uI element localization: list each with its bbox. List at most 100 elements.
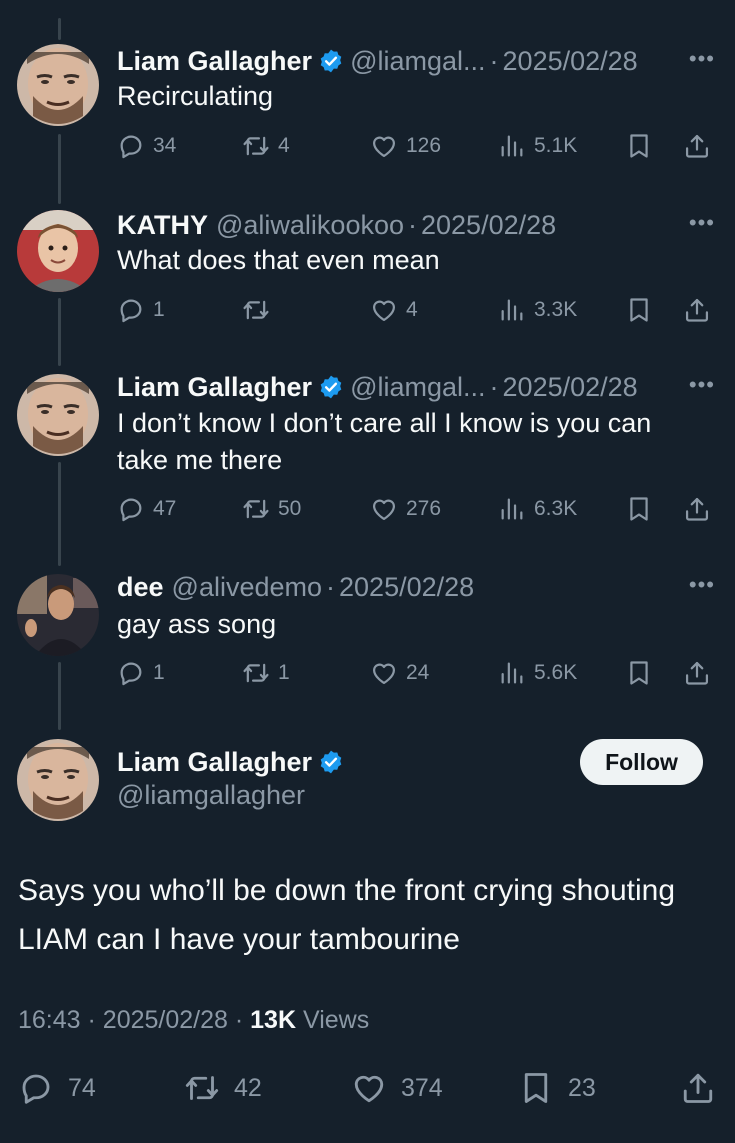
avatar[interactable] <box>17 44 99 126</box>
repost-icon <box>184 1070 220 1106</box>
bookmark-button[interactable] <box>625 129 653 163</box>
reply-button[interactable]: 1 <box>117 293 165 327</box>
author-name[interactable]: dee <box>117 572 164 603</box>
like-icon <box>370 495 398 523</box>
views-count: 5.6K <box>534 661 578 684</box>
author-handle[interactable]: @liamgal... <box>350 46 485 77</box>
like-button[interactable]: 4 <box>370 293 418 327</box>
tweet-text: What does that even mean <box>117 245 440 275</box>
reply-count: 34 <box>153 134 177 157</box>
main-tweet-text: Says you who’ll be down the front crying… <box>18 874 676 956</box>
main-author-avatar[interactable] <box>17 739 99 821</box>
reply-button[interactable]: 47 <box>117 492 176 526</box>
avatar[interactable] <box>17 574 99 656</box>
repost-count: 4 <box>278 134 290 157</box>
reply-button[interactable]: 1 <box>117 656 165 690</box>
like-button[interactable]: 374 <box>351 1068 443 1108</box>
like-count: 374 <box>401 1073 443 1102</box>
author-name[interactable]: Liam Gallagher <box>117 46 312 77</box>
views-icon <box>498 659 526 687</box>
share-button[interactable] <box>683 656 711 690</box>
tweet-date[interactable]: 2025/02/28 <box>503 372 638 403</box>
reply-tweet[interactable]: Liam Gallagher @liamgal... · 2025/02/28 … <box>0 370 735 530</box>
tweet-date[interactable]: 2025/02/28 <box>421 210 556 241</box>
reply-button[interactable]: 34 <box>117 129 176 163</box>
like-button[interactable]: 24 <box>370 656 429 690</box>
like-icon <box>370 659 398 687</box>
author-handle[interactable]: @aliwalikookoo <box>216 210 404 241</box>
like-button[interactable]: 126 <box>370 129 441 163</box>
verified-badge-icon <box>318 749 344 775</box>
tweet-date[interactable]: 2025/02/28 <box>339 572 474 603</box>
tweet-date[interactable]: 2025/02/28 <box>103 1006 228 1034</box>
reply-tweet[interactable]: dee @alivedemo · 2025/02/28 ••• gay ass … <box>0 570 735 700</box>
views-icon <box>498 296 526 324</box>
reply-count: 1 <box>153 298 165 321</box>
reply-icon <box>117 659 145 687</box>
separator-dot: · <box>234 1006 244 1034</box>
views-count: 3.3K <box>534 298 578 321</box>
like-count: 4 <box>406 298 418 321</box>
bookmark-button[interactable] <box>625 492 653 526</box>
avatar[interactable] <box>17 210 99 292</box>
bookmark-icon <box>625 495 653 523</box>
like-count: 126 <box>406 134 442 157</box>
like-icon <box>351 1070 387 1106</box>
views-button[interactable]: 3.3K <box>498 293 577 327</box>
views-count: 5.1K <box>534 134 578 157</box>
reply-tweet[interactable]: KATHY @aliwalikookoo · 2025/02/28 ••• Wh… <box>0 208 735 338</box>
more-options-icon[interactable]: ••• <box>689 572 715 598</box>
verified-badge-icon <box>318 48 344 74</box>
main-author-name[interactable]: Liam Gallagher <box>117 747 312 778</box>
repost-icon <box>242 296 270 324</box>
like-icon <box>370 296 398 324</box>
reply-count: 47 <box>153 497 177 520</box>
repost-button[interactable]: 42 <box>184 1068 262 1108</box>
share-button[interactable] <box>680 1068 716 1108</box>
repost-button[interactable] <box>242 293 278 327</box>
tweet-time[interactable]: 16:43 <box>18 1006 81 1034</box>
views-count: 6.3K <box>534 497 578 520</box>
repost-button[interactable]: 50 <box>242 492 301 526</box>
share-icon <box>680 1070 716 1106</box>
author-name[interactable]: Liam Gallagher <box>117 372 312 403</box>
repost-count: 50 <box>278 497 302 520</box>
views-button[interactable]: 6.3K <box>498 492 577 526</box>
views-button[interactable]: 5.1K <box>498 129 577 163</box>
views-icon <box>498 495 526 523</box>
author-handle[interactable]: @alivedemo <box>172 572 322 603</box>
reply-icon <box>117 132 145 160</box>
repost-button[interactable]: 1 <box>242 656 290 690</box>
bookmark-icon <box>625 132 653 160</box>
repost-count: 1 <box>278 661 290 684</box>
follow-button[interactable]: Follow <box>580 739 703 785</box>
bookmark-button[interactable]: 23 <box>518 1068 596 1108</box>
tweet-date[interactable]: 2025/02/28 <box>503 46 638 77</box>
author-name[interactable]: KATHY <box>117 210 208 241</box>
tweet-text: I don’t know I don’t care all I know is … <box>117 408 652 475</box>
like-button[interactable]: 276 <box>370 492 441 526</box>
share-icon <box>683 659 711 687</box>
separator-dot: · <box>87 1006 96 1034</box>
share-button[interactable] <box>683 129 711 163</box>
share-button[interactable] <box>683 293 711 327</box>
reply-tweet[interactable]: Liam Gallagher @liamgal... · 2025/02/28 … <box>0 44 735 174</box>
tweet-text: gay ass song <box>117 609 277 639</box>
avatar[interactable] <box>17 374 99 456</box>
main-author-handle[interactable]: @liamgallagher <box>117 780 305 811</box>
main-tweet-actions: 74 42 374 23 <box>18 1068 718 1108</box>
reply-button[interactable]: 74 <box>18 1068 96 1108</box>
more-options-icon[interactable]: ••• <box>689 46 715 72</box>
views-button[interactable]: 5.6K <box>498 656 577 690</box>
bookmark-button[interactable] <box>625 656 653 690</box>
more-options-icon[interactable]: ••• <box>689 210 715 236</box>
more-options-icon[interactable]: ••• <box>689 372 715 398</box>
bookmark-button[interactable] <box>625 293 653 327</box>
separator-dot: · <box>489 371 499 402</box>
share-button[interactable] <box>683 492 711 526</box>
author-handle[interactable]: @liamgal... <box>350 372 485 403</box>
reply-count: 74 <box>68 1073 96 1102</box>
repost-button[interactable]: 4 <box>242 129 290 163</box>
like-count: 276 <box>406 497 442 520</box>
share-icon <box>683 132 711 160</box>
